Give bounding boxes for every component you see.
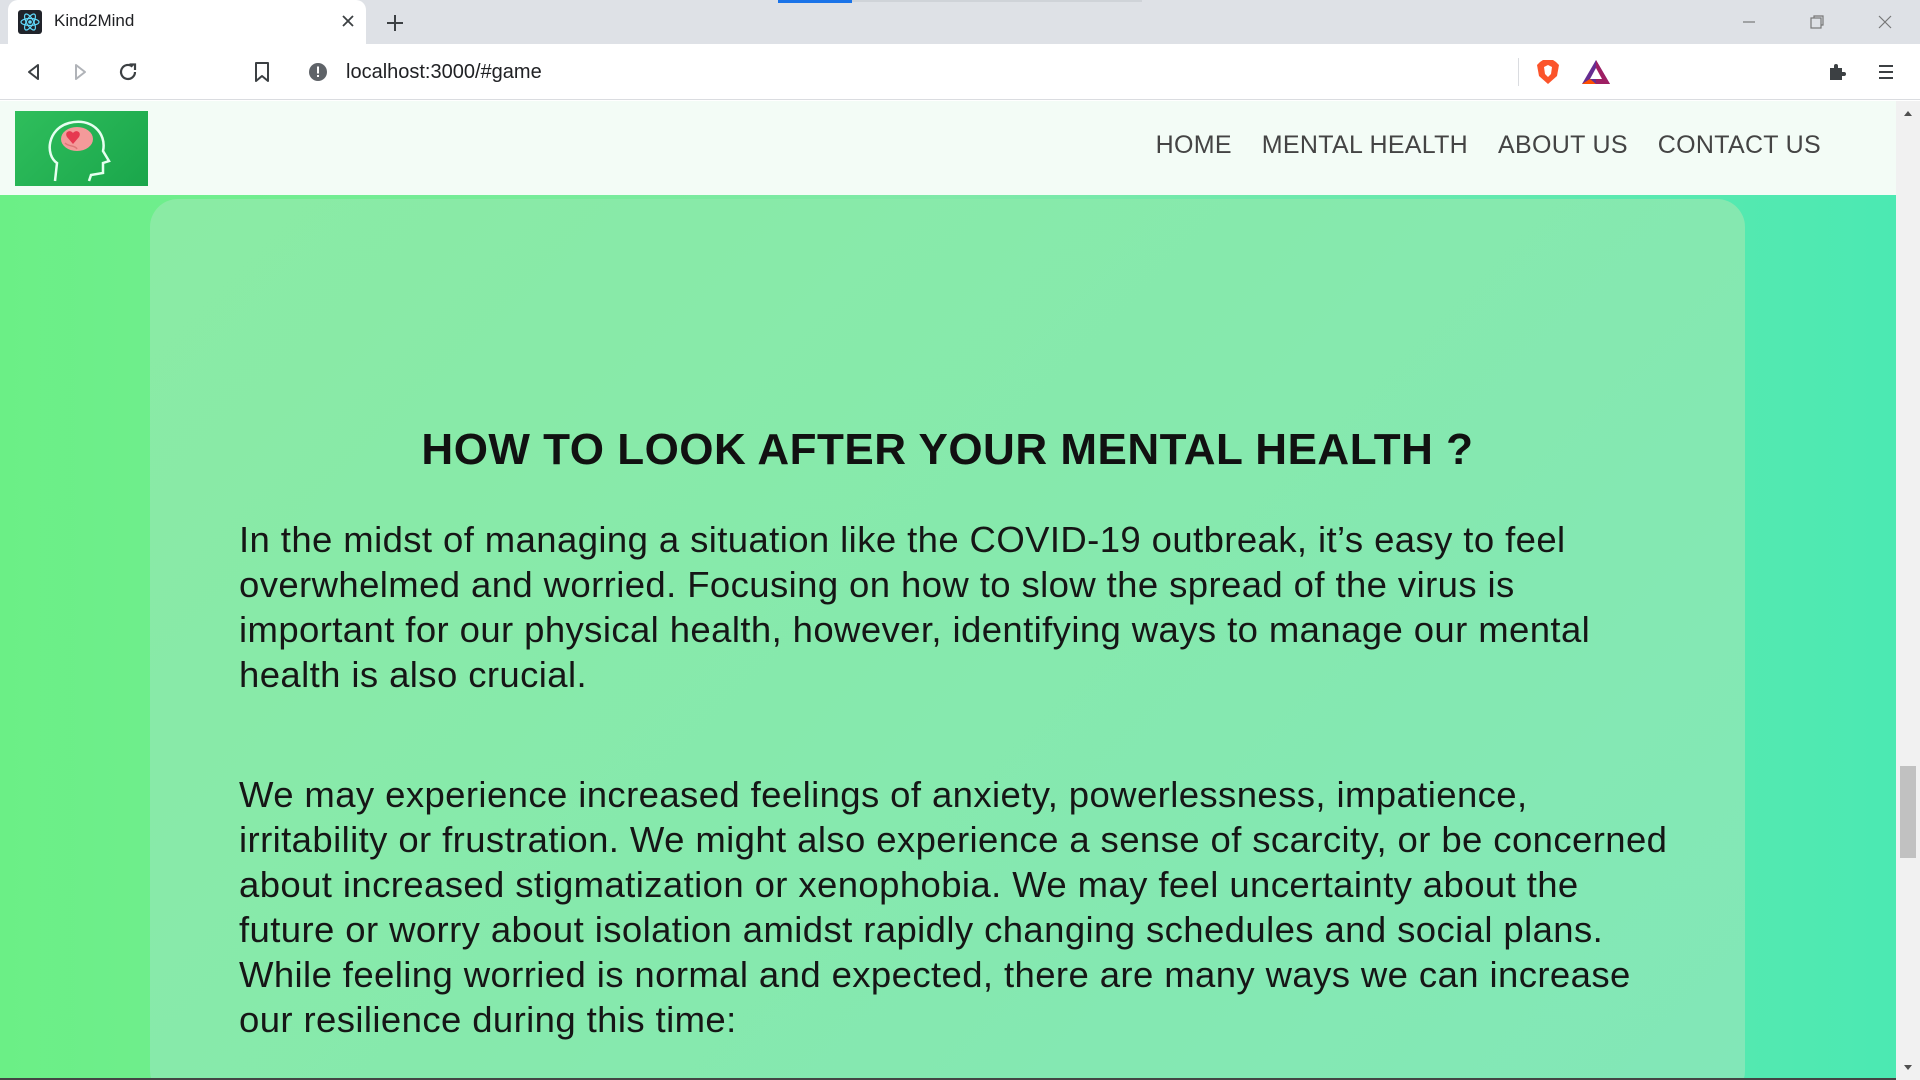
vertical-scrollbar[interactable] — [1896, 101, 1920, 1080]
nav-links: HOME MENTAL HEALTH ABOUT US CONTACT US — [1156, 131, 1821, 160]
brave-lion-icon[interactable] — [1532, 56, 1564, 88]
intro-paragraph: In the midst of managing a situation lik… — [239, 519, 1591, 695]
site-logo[interactable] — [15, 111, 148, 186]
minimize-icon[interactable] — [1724, 6, 1774, 38]
nav-contact-us[interactable]: CONTACT US — [1658, 131, 1821, 160]
window-close-icon[interactable] — [1860, 6, 1910, 38]
feelings-paragraph: We may experience increased feelings of … — [239, 774, 1668, 1040]
browser-toolbar: localhost:3000/#game — [0, 44, 1920, 100]
nav-about-us[interactable]: ABOUT US — [1498, 131, 1628, 160]
extensions-puzzle-icon[interactable] — [1822, 56, 1854, 88]
plus-icon[interactable] — [380, 8, 410, 38]
address-bar[interactable]: localhost:3000/#game — [296, 50, 1624, 94]
scrollbar-thumb[interactable] — [1900, 766, 1916, 858]
close-icon[interactable] — [336, 9, 360, 33]
browser-tab[interactable]: Kind2Mind — [8, 0, 366, 44]
reload-icon[interactable] — [112, 56, 144, 88]
forward-arrow-icon[interactable] — [64, 56, 96, 88]
back-arrow-icon[interactable] — [18, 56, 50, 88]
tab-loading-indicator — [778, 0, 852, 3]
page-viewport: HOME MENTAL HEALTH ABOUT US CONTACT US H… — [0, 101, 1896, 1080]
bat-triangle-icon[interactable] — [1580, 58, 1612, 86]
url-text[interactable]: localhost:3000/#game — [346, 61, 542, 84]
react-icon — [18, 10, 42, 34]
nav-mental-health[interactable]: MENTAL HEALTH — [1262, 131, 1468, 160]
nav-home[interactable]: HOME — [1156, 131, 1232, 160]
restore-icon[interactable] — [1792, 6, 1842, 38]
site-navbar: HOME MENTAL HEALTH ABOUT US CONTACT US — [0, 101, 1896, 195]
scroll-up-arrow-icon[interactable] — [1896, 101, 1920, 125]
page-title: HOW TO LOOK AFTER YOUR MENTAL HEALTH ? — [421, 425, 1474, 474]
omnibox-divider — [1518, 58, 1519, 86]
browser-tab-bar: Kind2Mind — [0, 0, 1920, 44]
bookmark-icon[interactable] — [246, 56, 278, 88]
menu-icon[interactable] — [1870, 56, 1902, 88]
tab-strip-divider — [852, 0, 1142, 2]
tab-title: Kind2Mind — [54, 11, 135, 30]
brain-heart-head-icon — [48, 120, 111, 182]
content-card: HOW TO LOOK AFTER YOUR MENTAL HEALTH ? I… — [150, 199, 1745, 1080]
info-icon[interactable] — [308, 62, 328, 82]
scroll-down-arrow-icon[interactable] — [1896, 1056, 1920, 1080]
